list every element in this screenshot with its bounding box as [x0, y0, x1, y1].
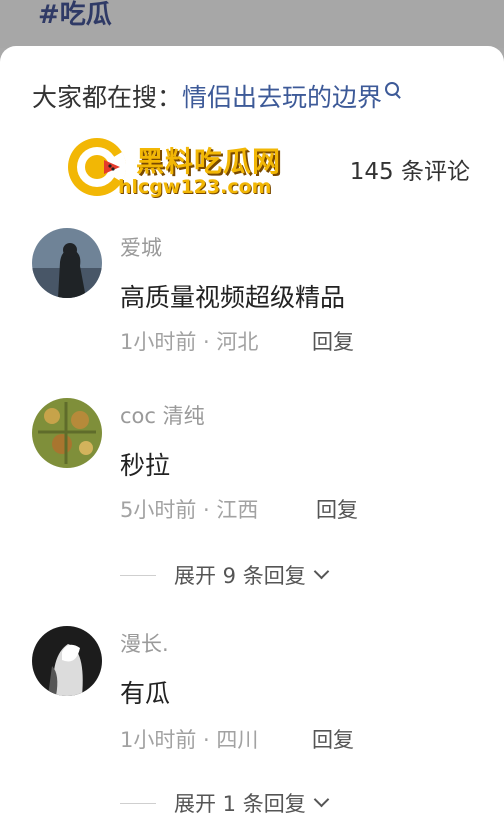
comment-username[interactable]: 爱城 — [120, 232, 162, 262]
comment-text: 秒拉 — [120, 451, 171, 480]
divider — [120, 802, 156, 804]
expand-replies-label: 展开 9 条回复 — [174, 564, 306, 588]
comments-sheet: 大家都在搜：情侣出去玩的边界 黑料吃瓜网 hlcgw123.com 145 条评… — [0, 46, 504, 836]
expand-replies-button[interactable]: 展开 9 条回复 — [120, 560, 329, 590]
reply-button[interactable]: 回复 — [316, 494, 358, 524]
divider — [120, 574, 156, 576]
comment-meta: 1小时前 · 四川 — [120, 728, 259, 752]
search-suggestion[interactable]: 大家都在搜：情侣出去玩的边界 — [32, 78, 400, 114]
avatar[interactable] — [32, 228, 102, 298]
watermark-url: hlcgw123.com — [118, 176, 272, 198]
watermark-name: 黑料吃瓜网 — [136, 145, 282, 178]
avatar[interactable] — [32, 398, 102, 468]
reply-button[interactable]: 回复 — [312, 326, 354, 356]
search-suggestion-prefix: 大家都在搜： — [32, 83, 183, 112]
comment-meta: 5小时前 · 江西 — [120, 498, 259, 522]
expand-replies-button[interactable]: 展开 1 条回复 — [120, 788, 329, 818]
comment-text: 高质量视频超级精品 — [120, 283, 346, 312]
chevron-down-icon — [313, 791, 329, 807]
search-icon[interactable] — [385, 82, 400, 96]
search-suggestion-term[interactable]: 情侣出去玩的边界 — [182, 83, 382, 112]
hashtag-title[interactable]: #吃瓜 — [38, 0, 112, 31]
chevron-down-icon — [313, 563, 329, 579]
comment-username[interactable]: coc 清纯 — [120, 400, 205, 430]
comment-text: 有瓜 — [120, 679, 171, 708]
comment-username[interactable]: 漫长. — [120, 628, 169, 658]
comment-meta: 1小时前 · 河北 — [120, 330, 259, 354]
expand-replies-label: 展开 1 条回复 — [174, 792, 306, 816]
top-bar: #吃瓜 — [0, 0, 504, 48]
watermark-logo: 黑料吃瓜网 hlcgw123.com — [66, 136, 306, 206]
reply-button[interactable]: 回复 — [312, 724, 354, 754]
avatar[interactable] — [32, 626, 102, 696]
comment-count: 145 条评论 — [349, 159, 470, 185]
